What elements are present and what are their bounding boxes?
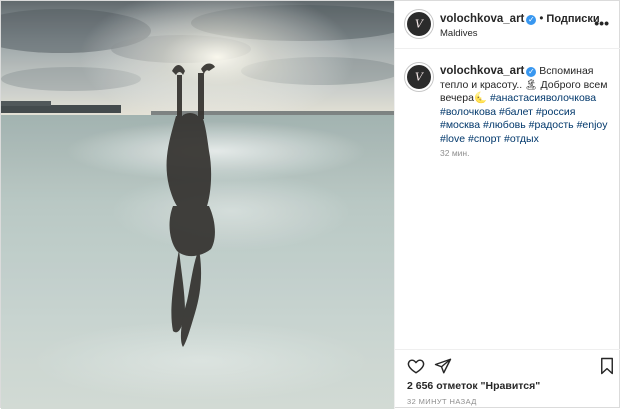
instagram-post: V volochkova_art ✓ • Подписки Maldives ••• … (0, 0, 620, 409)
beach-photo-image (1, 1, 394, 409)
bookmark-icon[interactable] (598, 357, 616, 375)
hashtag-link[interactable]: #спорт (468, 133, 501, 145)
verified-badge-icon: ✓ (526, 15, 537, 25)
separator-dot: • (539, 13, 544, 25)
more-options-icon[interactable]: ••• (594, 15, 609, 31)
hashtag-link[interactable]: #россия (536, 106, 576, 118)
paper-plane-icon[interactable] (434, 357, 452, 375)
post-caption: volochkova_art ✓ Вспоминая тепло и красот… (440, 65, 612, 147)
hashtag-link[interactable]: #отдых (504, 133, 539, 145)
hashtag-link[interactable]: #love (440, 133, 465, 145)
hashtag-link[interactable]: #любовь (483, 119, 526, 131)
post-sidebar: V volochkova_art ✓ • Подписки Maldives ••• … (394, 1, 620, 409)
hashtag-link[interactable]: #радость (529, 119, 574, 131)
likes-count[interactable]: 2 656 отметок "Нравится" (407, 380, 540, 392)
post-header: V volochkova_art ✓ • Подписки Maldives ••• (395, 1, 620, 49)
caption-username[interactable]: volochkova_art (440, 65, 524, 77)
header-avatar[interactable]: V (405, 10, 433, 38)
caption-avatar[interactable]: V (405, 63, 433, 91)
hashtag-link[interactable]: #москва (440, 119, 480, 131)
hashtag-link[interactable]: #enjoy (577, 119, 608, 131)
hashtag-link[interactable]: #балет (499, 106, 533, 118)
heart-icon[interactable] (407, 357, 425, 375)
hashtag-link[interactable]: #волочкова (440, 106, 496, 118)
follow-status-button[interactable]: Подписки (546, 13, 599, 25)
header-username[interactable]: volochkova_art (440, 13, 524, 25)
comment-time: 32 мин. (440, 148, 470, 158)
action-bar (395, 349, 620, 382)
header-line: volochkova_art ✓ • Подписки (440, 13, 600, 25)
post-photo[interactable] (1, 1, 394, 409)
post-timestamp[interactable]: 32 МИНУТ НАЗАД (407, 397, 477, 406)
caption-verified-badge-icon: ✓ (526, 67, 537, 77)
hashtag-link[interactable]: #анастасияволочкова (490, 92, 596, 104)
location-link[interactable]: Maldives (440, 28, 478, 39)
